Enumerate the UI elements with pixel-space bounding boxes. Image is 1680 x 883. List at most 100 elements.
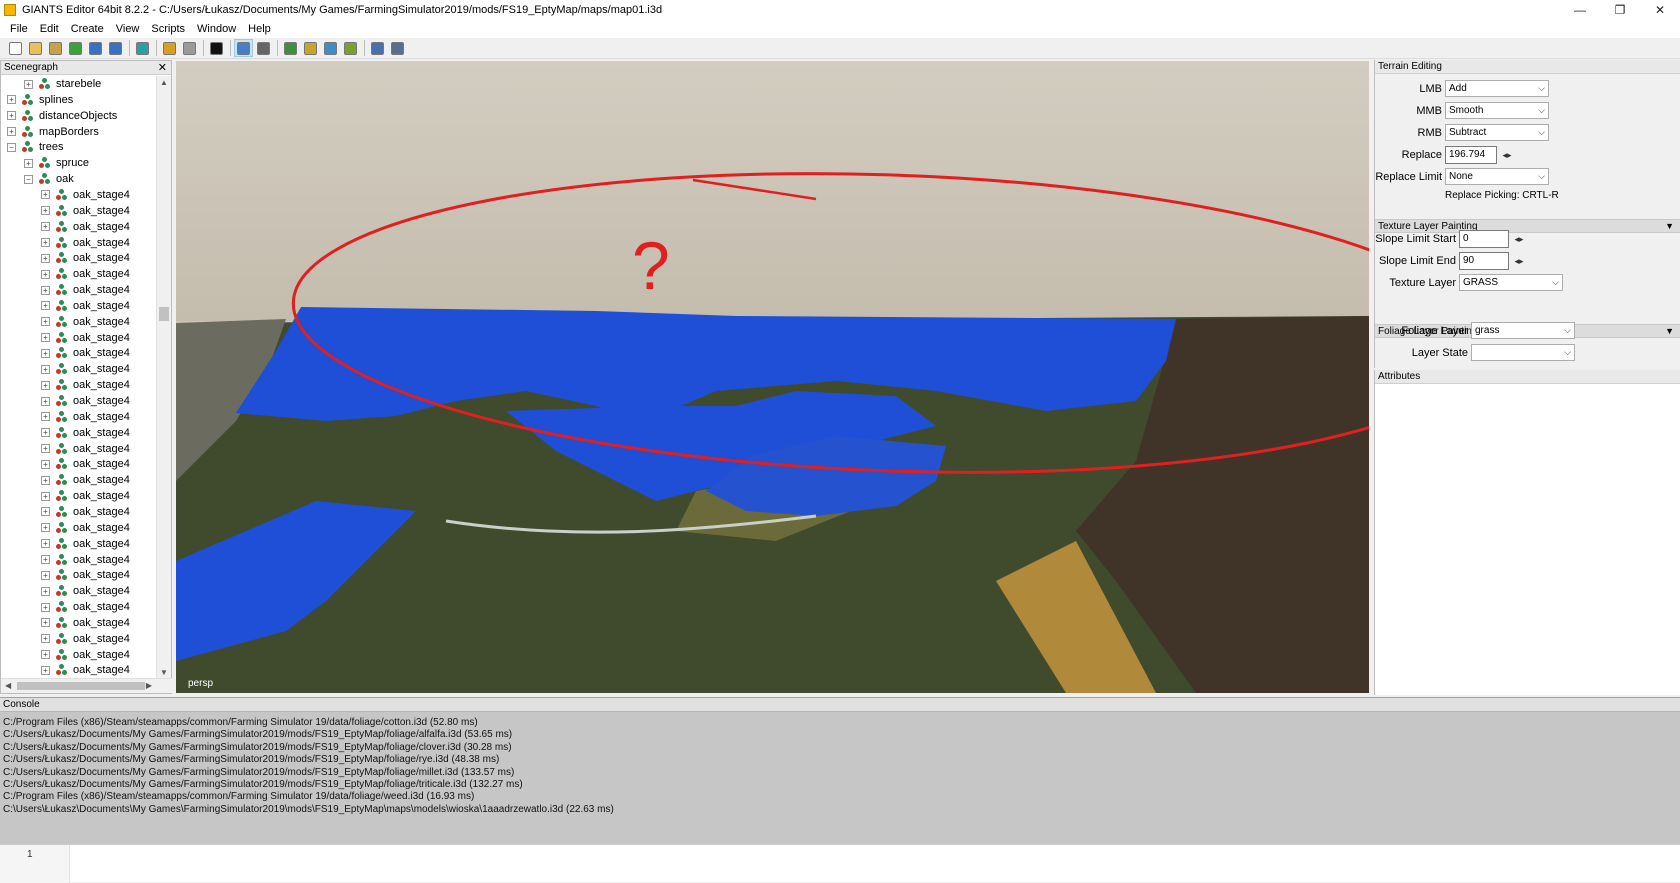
open-folder-button[interactable] [26, 39, 45, 57]
expand-icon[interactable]: + [41, 317, 50, 327]
expand-icon[interactable]: + [41, 650, 50, 660]
expand-icon[interactable]: + [41, 269, 50, 279]
expand-icon[interactable]: + [41, 190, 50, 200]
tree-node[interactable]: + oak_stage4 [41, 235, 130, 251]
expand-icon[interactable]: + [41, 539, 50, 549]
collapse-triangle-icon[interactable]: ▼ [1665, 220, 1674, 233]
tree-node[interactable]: + oak_stage4 [41, 361, 130, 377]
tree-node[interactable]: + spruce [24, 155, 89, 171]
expand-icon[interactable]: + [41, 348, 50, 358]
foliage-paint-button[interactable] [321, 39, 340, 57]
slope-end-input[interactable]: 90 [1459, 252, 1509, 270]
save-button[interactable] [86, 39, 105, 57]
tree-node[interactable]: + oak_stage4 [41, 631, 130, 647]
expand-icon[interactable]: + [7, 95, 16, 105]
menu-view[interactable]: View [110, 23, 146, 35]
expand-icon[interactable]: + [41, 333, 50, 343]
menu-window[interactable]: Window [191, 23, 242, 35]
expand-icon[interactable]: + [41, 222, 50, 232]
expand-icon[interactable]: + [41, 491, 50, 501]
expand-icon[interactable]: + [41, 206, 50, 216]
spinner-arrows-icon[interactable]: ◂▸ [1512, 253, 1526, 269]
expand-icon[interactable]: + [41, 412, 50, 422]
expand-icon[interactable]: + [24, 79, 33, 89]
tree-node[interactable]: + oak_stage4 [41, 583, 130, 599]
tree-node[interactable]: + oak_stage4 [41, 345, 130, 361]
tree-node[interactable]: + oak_stage4 [41, 552, 130, 568]
tree-node[interactable]: + oak_stage4 [41, 647, 130, 663]
layer-state-select[interactable]: ⌵ [1471, 344, 1575, 361]
replace-limit-select[interactable]: None ⌵ [1445, 168, 1549, 185]
tree-node[interactable]: + oak_stage4 [41, 314, 130, 330]
tree-node[interactable]: + oak_stage4 [41, 488, 130, 504]
redo-button[interactable] [180, 39, 199, 57]
tree-node[interactable]: + oak_stage4 [41, 599, 130, 615]
import-button[interactable] [133, 39, 152, 57]
collapse-triangle-icon[interactable]: ▼ [1665, 325, 1674, 338]
expand-icon[interactable]: + [41, 364, 50, 374]
tree-node[interactable]: + oak_stage4 [41, 298, 130, 314]
tree-node[interactable]: + oak_stage4 [41, 330, 130, 346]
tree-node[interactable]: + oak_stage4 [41, 409, 130, 425]
expand-icon[interactable]: + [41, 301, 50, 311]
scroll-thumb-horizontal[interactable] [17, 682, 145, 690]
expand-icon[interactable]: + [41, 428, 50, 438]
scroll-down-icon[interactable]: ▼ [160, 668, 168, 677]
console-input-area[interactable]: 1 [0, 844, 1680, 883]
menu-file[interactable]: File [4, 23, 34, 35]
play-button[interactable] [207, 39, 226, 57]
tree-node[interactable]: + oak_stage4 [41, 441, 130, 457]
tree-node[interactable]: + oak_stage4 [41, 425, 130, 441]
select-button[interactable] [234, 39, 253, 57]
tree-node[interactable]: + oak_stage4 [41, 393, 130, 409]
expand-icon[interactable]: + [41, 238, 50, 247]
tree-node[interactable]: + oak_stage4 [41, 472, 130, 488]
minimize-button[interactable]: — [1560, 0, 1600, 20]
scroll-thumb[interactable] [159, 307, 169, 321]
tree-node[interactable]: − oak [24, 171, 74, 187]
new-file-button[interactable] [6, 39, 25, 57]
tree-node[interactable]: − trees [7, 139, 63, 155]
expand-icon[interactable]: + [41, 285, 50, 295]
expand-icon[interactable]: + [41, 586, 50, 596]
expand-icon[interactable]: + [7, 111, 16, 121]
maximize-button[interactable]: ❐ [1600, 0, 1640, 20]
expand-icon[interactable]: + [41, 523, 50, 533]
rmb-select[interactable]: Subtract ⌵ [1445, 124, 1549, 141]
texture-layer-select[interactable]: GRASS ⌵ [1459, 274, 1563, 291]
expand-icon[interactable]: + [41, 444, 50, 454]
tree-node[interactable]: + oak_stage4 [41, 456, 130, 472]
collapse-icon[interactable]: − [7, 142, 16, 152]
menu-scripts[interactable]: Scripts [145, 23, 191, 35]
magnet-button[interactable] [254, 39, 273, 57]
tree-node[interactable]: + mapBorders [7, 124, 99, 140]
tree-node[interactable]: + oak_stage4 [41, 662, 130, 676]
expand-icon[interactable]: + [41, 570, 50, 580]
expand-icon[interactable]: + [41, 602, 50, 612]
expand-icon[interactable]: + [41, 475, 50, 485]
close-icon[interactable]: ✕ [158, 61, 167, 75]
tree-plant-button[interactable] [341, 39, 360, 57]
expand-icon[interactable]: + [41, 380, 50, 390]
collapse-icon[interactable]: − [24, 174, 33, 184]
terrain-sculpt-button[interactable] [281, 39, 300, 57]
expand-icon[interactable]: + [41, 396, 50, 406]
expand-icon[interactable]: + [24, 158, 33, 168]
save-as-button[interactable] [106, 39, 125, 57]
slope-start-input[interactable]: 0 [1459, 230, 1509, 248]
tree-node[interactable]: + oak_stage4 [41, 187, 130, 203]
undo-button[interactable] [160, 39, 179, 57]
terrain-paint-button[interactable] [301, 39, 320, 57]
tree-node[interactable]: + oak_stage4 [41, 282, 130, 298]
menu-create[interactable]: Create [65, 23, 110, 35]
foliage-layer-select[interactable]: grass ⌵ [1471, 322, 1575, 339]
lmb-select[interactable]: Add ⌵ [1445, 80, 1549, 97]
3d-viewport[interactable]: ? persp [176, 61, 1369, 693]
expand-icon[interactable]: + [41, 507, 50, 517]
tree-node[interactable]: + oak_stage4 [41, 567, 130, 583]
scroll-left-icon[interactable]: ◀ [5, 681, 11, 690]
expand-icon[interactable]: + [41, 459, 50, 469]
replace-input[interactable]: 196.794 [1445, 146, 1497, 164]
tree-node[interactable]: + oak_stage4 [41, 520, 130, 536]
tree-node[interactable]: + oak_stage4 [41, 219, 130, 235]
